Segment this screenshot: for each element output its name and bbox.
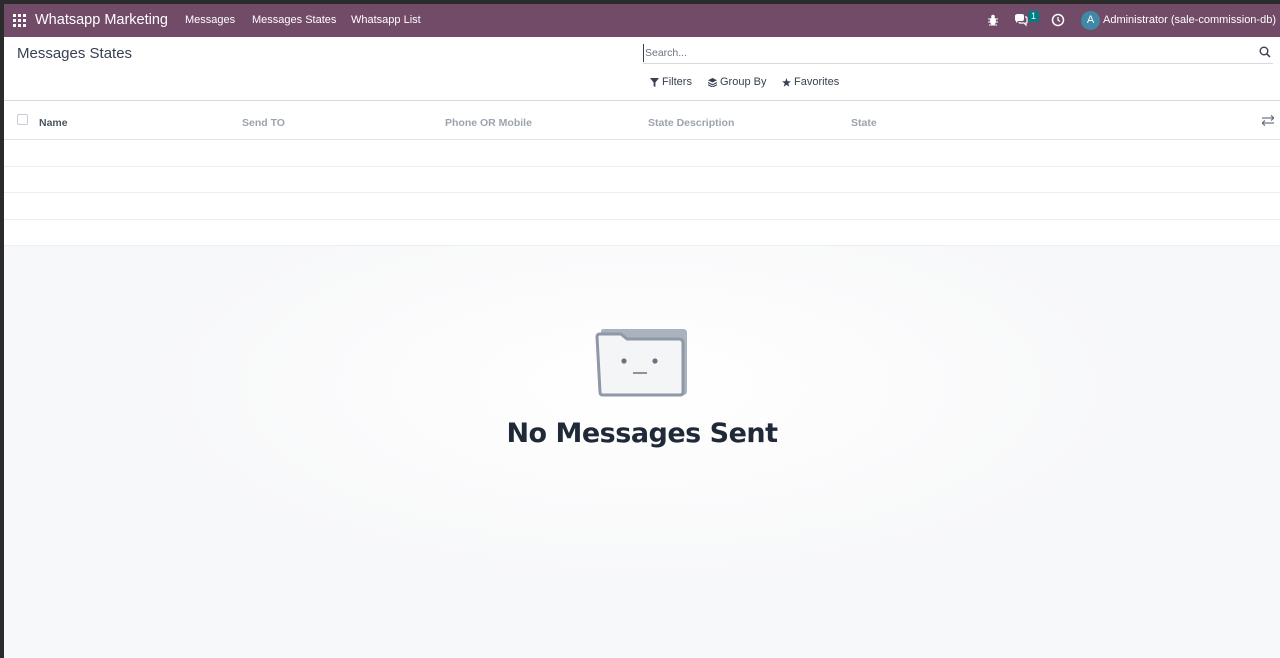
apps-grid-icon[interactable] <box>13 14 26 27</box>
menu-whatsapp-list[interactable]: Whatsapp List <box>351 14 421 26</box>
filters-button[interactable]: Filters <box>650 76 692 88</box>
empty-list-row <box>4 219 1280 220</box>
favorites-button[interactable]: Favorites <box>782 76 839 88</box>
optional-columns-icon[interactable] <box>1262 115 1274 126</box>
clock-icon[interactable] <box>1051 13 1065 27</box>
search-icon[interactable] <box>1259 46 1271 58</box>
layers-icon <box>708 77 717 87</box>
top-navbar: Whatsapp Marketing Messages Messages Sta… <box>4 4 1280 37</box>
user-menu[interactable]: Administrator (sale-commission-db) <box>1103 14 1276 26</box>
filters-label: Filters <box>662 76 692 88</box>
search-bar <box>643 44 1273 64</box>
empty-state-background <box>4 246 1280 658</box>
column-header-phone[interactable]: Phone OR Mobile <box>445 117 532 129</box>
chat-icon[interactable] <box>1014 13 1028 27</box>
empty-list-row <box>4 192 1280 193</box>
list-header: Name Send TO Phone OR Mobile State Descr… <box>4 101 1280 140</box>
empty-folder-icon <box>595 329 687 397</box>
chat-badge: 1 <box>1028 11 1040 22</box>
app-brand[interactable]: Whatsapp Marketing <box>35 12 168 28</box>
star-icon <box>782 77 791 87</box>
empty-list-row <box>4 166 1280 167</box>
favorites-label: Favorites <box>794 76 840 88</box>
group-by-button[interactable]: Group By <box>708 76 766 88</box>
menu-messages-states[interactable]: Messages States <box>252 14 336 26</box>
group-by-label: Group By <box>720 76 767 88</box>
search-input[interactable] <box>643 44 1243 62</box>
avatar[interactable]: A <box>1081 11 1100 30</box>
column-header-name[interactable]: Name <box>39 117 68 129</box>
empty-state-title: No Messages Sent <box>506 418 778 449</box>
menu-messages[interactable]: Messages <box>185 14 235 26</box>
column-header-send-to[interactable]: Send TO <box>242 117 285 129</box>
app-window: Whatsapp Marketing Messages Messages Sta… <box>4 4 1280 658</box>
select-all-checkbox[interactable] <box>17 114 28 125</box>
column-header-state[interactable]: State <box>851 117 877 129</box>
filter-icon <box>650 77 659 87</box>
page-title: Messages States <box>17 45 133 62</box>
column-header-state-description[interactable]: State Description <box>648 117 734 129</box>
bug-icon[interactable] <box>986 13 1000 27</box>
